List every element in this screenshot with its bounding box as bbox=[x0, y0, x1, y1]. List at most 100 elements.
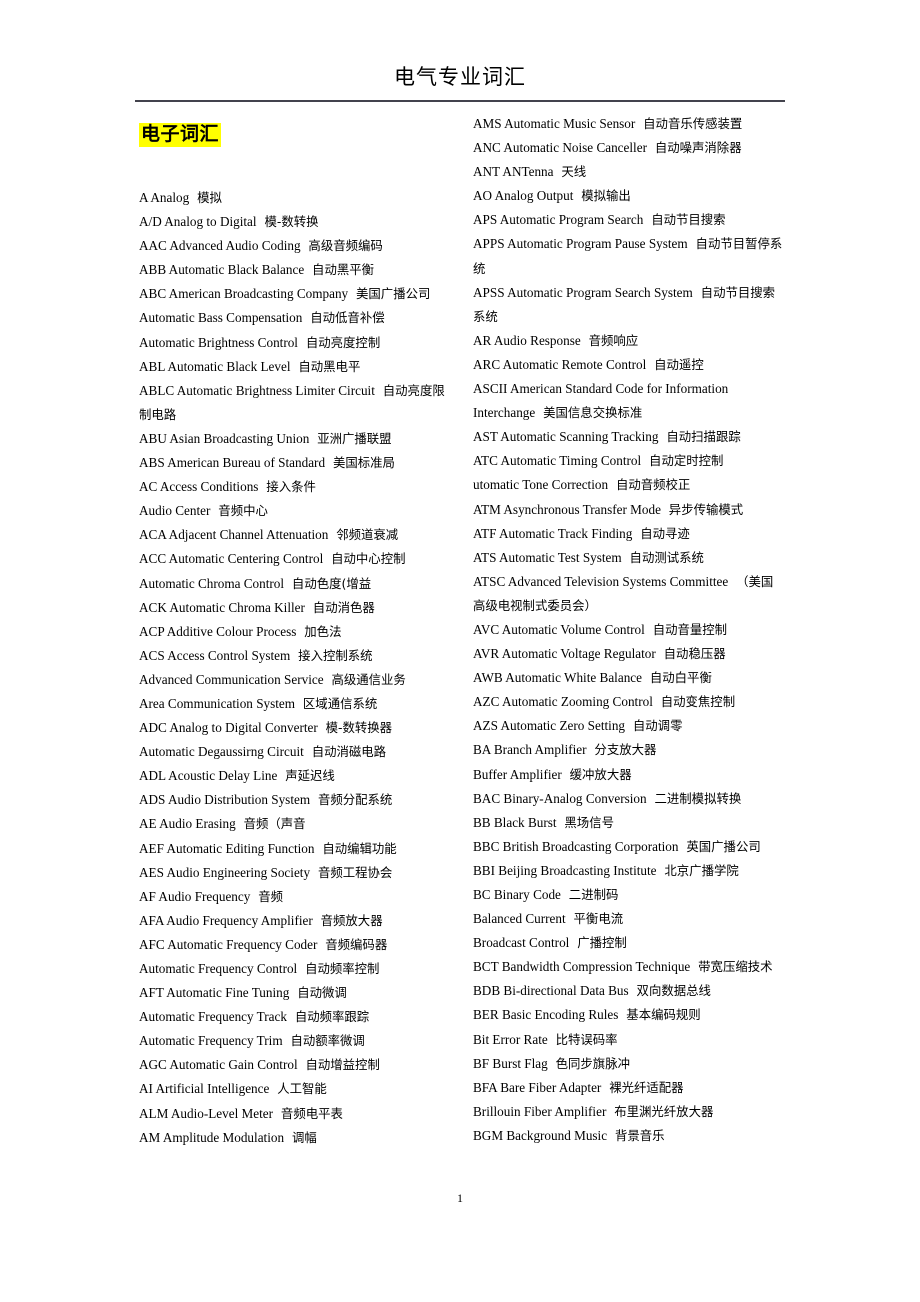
glossary-term: APSS Automatic Program Search System bbox=[473, 284, 693, 300]
glossary-term: ABS American Bureau of Standard bbox=[139, 455, 326, 471]
glossary-term: BBC British Broadcasting Corporation bbox=[473, 838, 679, 854]
glossary-entry: ANT ANTenna 天线 bbox=[473, 160, 785, 184]
glossary-term: ACP Additive Colour Process bbox=[139, 623, 297, 639]
glossary-entry: AZS Automatic Zero Setting 自动调零 bbox=[473, 714, 785, 738]
glossary-entry: AFC Automatic Frequency Coder 音频编码器 bbox=[139, 933, 451, 957]
glossary-translation: 音频放大器 bbox=[312, 912, 383, 928]
glossary-term: AFC Automatic Frequency Coder bbox=[139, 936, 318, 952]
glossary-translation: 美国标准局 bbox=[325, 455, 395, 471]
glossary-term: ACC Automatic Centering Control bbox=[139, 551, 324, 567]
glossary-term: AVR Automatic Voltage Regulator bbox=[473, 646, 656, 662]
glossary-translation: 区域通信系统 bbox=[295, 695, 378, 711]
glossary-translation: 自动额率微调 bbox=[282, 1033, 365, 1049]
glossary-entry: BGM Background Music 背景音乐 bbox=[473, 1124, 785, 1148]
glossary-translation: 背景音乐 bbox=[607, 1127, 665, 1143]
glossary-translation: 布里渊光纤放大器 bbox=[606, 1103, 714, 1119]
glossary-translation: 自动调零 bbox=[625, 718, 683, 734]
glossary-translation: 天线 bbox=[553, 164, 587, 180]
glossary-translation: 自动定时控制 bbox=[641, 453, 724, 469]
glossary-term: BAC Binary-Analog Conversion bbox=[473, 790, 647, 806]
glossary-term: AWB Automatic White Balance bbox=[473, 670, 642, 686]
glossary-term: BB Black Burst bbox=[473, 814, 557, 830]
glossary-term: APS Automatic Program Search bbox=[473, 212, 644, 228]
glossary-entry: AST Automatic Scanning Tracking 自动扫描跟踪 bbox=[473, 425, 785, 449]
glossary-entry: ATS Automatic Test System 自动测试系统 bbox=[473, 546, 785, 570]
glossary-entry: ATM Asynchronous Transfer Mode 异步传输模式 bbox=[473, 498, 785, 522]
glossary-entry: Automatic Bass Compensation 自动低音补偿 bbox=[139, 306, 451, 330]
glossary-entry: AMS Automatic Music Sensor 自动音乐传感装置 bbox=[473, 112, 785, 136]
glossary-entry: ACS Access Control System 接入控制系统 bbox=[139, 644, 451, 668]
glossary-term: BC Binary Code bbox=[473, 887, 561, 902]
glossary-term: Buffer Amplifier bbox=[473, 766, 562, 782]
glossary-translation: 自动寻迹 bbox=[632, 525, 690, 541]
glossary-entry: ACA Adjacent Channel Attenuation 邻频道衰减 bbox=[139, 523, 451, 547]
glossary-entry: AVR Automatic Voltage Regulator 自动稳压器 bbox=[473, 642, 785, 666]
glossary-entry: BC Binary Code 二进制码 bbox=[473, 883, 785, 907]
glossary-term: ABC American Broadcasting Company bbox=[139, 286, 349, 302]
glossary-entry: ACP Additive Colour Process 加色法 bbox=[139, 620, 451, 644]
glossary-term: BGM Background Music bbox=[473, 1127, 608, 1143]
glossary-entry: ABL Automatic Black Level 自动黑电平 bbox=[139, 355, 451, 379]
glossary-entry: ABLC Automatic Brightness Limiter Circui… bbox=[139, 379, 451, 427]
glossary-term: ATC Automatic Timing Control bbox=[473, 453, 642, 469]
glossary-translation: 基本编码规则 bbox=[618, 1007, 701, 1023]
glossary-translation: 高级音频编码 bbox=[300, 238, 383, 254]
glossary-term: ADL Acoustic Delay Line bbox=[139, 768, 278, 784]
glossary-entry: AZC Automatic Zooming Control 自动变焦控制 bbox=[473, 690, 785, 714]
glossary-entry: Advanced Communication Service 高级通信业务 bbox=[139, 668, 451, 692]
glossary-translation: 广播控制 bbox=[569, 935, 627, 951]
section-heading-highlight: 电子词汇 bbox=[139, 123, 222, 147]
header-divider bbox=[135, 100, 785, 102]
glossary-term: AC Access Conditions bbox=[139, 479, 259, 495]
glossary-entry: ATC Automatic Timing Control 自动定时控制 bbox=[473, 449, 785, 473]
glossary-term: AFA Audio Frequency Amplifier bbox=[139, 912, 313, 928]
glossary-term: Automatic Brightness Control bbox=[139, 334, 298, 350]
glossary-entry: Brillouin Fiber Amplifier 布里渊光纤放大器 bbox=[473, 1100, 785, 1124]
glossary-translation: 自动节目搜索 bbox=[643, 212, 726, 228]
glossary-entry: Balanced Current 平衡电流 bbox=[473, 907, 785, 931]
glossary-translation: 自动低音补偿 bbox=[302, 310, 385, 326]
glossary-entry: Bit Error Rate 比特误码率 bbox=[473, 1028, 785, 1052]
glossary-term: Automatic Chroma Control bbox=[139, 575, 285, 591]
glossary-term: ATS Automatic Test System bbox=[473, 549, 622, 565]
glossary-entry: ABS American Bureau of Standard 美国标准局 bbox=[139, 451, 451, 475]
glossary-entry: AI Artificial Intelligence 人工智能 bbox=[139, 1077, 451, 1101]
glossary-term: Automatic Degaussirng Circuit bbox=[139, 744, 304, 760]
glossary-term: ABLC Automatic Brightness Limiter Circui… bbox=[139, 382, 375, 398]
glossary-entry: ADL Acoustic Delay Line 声延迟线 bbox=[139, 764, 451, 788]
glossary-translation: 音频中心 bbox=[210, 503, 268, 519]
glossary-term: AGC Automatic Gain Control bbox=[139, 1057, 298, 1073]
glossary-entry: Automatic Frequency Control 自动频率控制 bbox=[139, 957, 451, 981]
glossary-translation: 模拟 bbox=[189, 190, 222, 205]
section-heading: 电子词汇 bbox=[139, 122, 222, 147]
glossary-entry: AES Audio Engineering Society 音频工程协会 bbox=[139, 861, 451, 885]
glossary-term: ADS Audio Distribution System bbox=[139, 792, 311, 808]
glossary-term: Brillouin Fiber Amplifier bbox=[473, 1103, 607, 1119]
glossary-term: AO Analog Output bbox=[473, 188, 574, 204]
glossary-entry: BCT Bandwidth Compression Technique 带宽压缩… bbox=[473, 955, 785, 979]
glossary-translation: 人工智能 bbox=[269, 1081, 327, 1097]
document-page: 电气专业词汇 电子词汇 A Analog 模拟 A/D Analog to Dig… bbox=[0, 0, 920, 1302]
glossary-term: AR Audio Response bbox=[473, 332, 581, 348]
glossary-entry: AEF Automatic Editing Function 自动编辑功能 bbox=[139, 837, 451, 861]
glossary-entry: AO Analog Output 模拟输出 bbox=[473, 184, 785, 208]
glossary-translation: 加色法 bbox=[296, 623, 342, 639]
glossary-translation: 音频电平表 bbox=[273, 1105, 343, 1121]
glossary-term: BER Basic Encoding Rules bbox=[473, 1007, 619, 1023]
glossary-entry: BAC Binary-Analog Conversion 二进制模拟转换 bbox=[473, 787, 785, 811]
glossary-entry: BER Basic Encoding Rules 基本编码规则 bbox=[473, 1003, 785, 1027]
glossary-term: BFA Bare Fiber Adapter bbox=[473, 1079, 602, 1095]
glossary-entry: ATSC Advanced Television Systems Committ… bbox=[473, 570, 785, 618]
glossary-translation: 二进制码 bbox=[560, 887, 619, 902]
glossary-translation: 异步传输模式 bbox=[660, 501, 744, 517]
glossary-translation: 音频编码器 bbox=[317, 936, 388, 952]
glossary-entry: BBC British Broadcasting Corporation 英国广… bbox=[473, 835, 785, 859]
glossary-translation: 高级通信业务 bbox=[323, 671, 406, 687]
page-number: 1 bbox=[457, 1191, 463, 1205]
glossary-column-right: AMS Automatic Music Sensor 自动音乐传感装置 ANC A… bbox=[473, 112, 785, 1148]
glossary-term: AZS Automatic Zero Setting bbox=[473, 718, 626, 734]
glossary-term: Advanced Communication Service bbox=[139, 671, 324, 687]
glossary-entry: A Analog 模拟 bbox=[139, 186, 451, 210]
glossary-translation: 声延迟线 bbox=[277, 768, 335, 784]
glossary-entry: ADC Analog to Digital Converter 模-数转换器 bbox=[139, 716, 451, 740]
